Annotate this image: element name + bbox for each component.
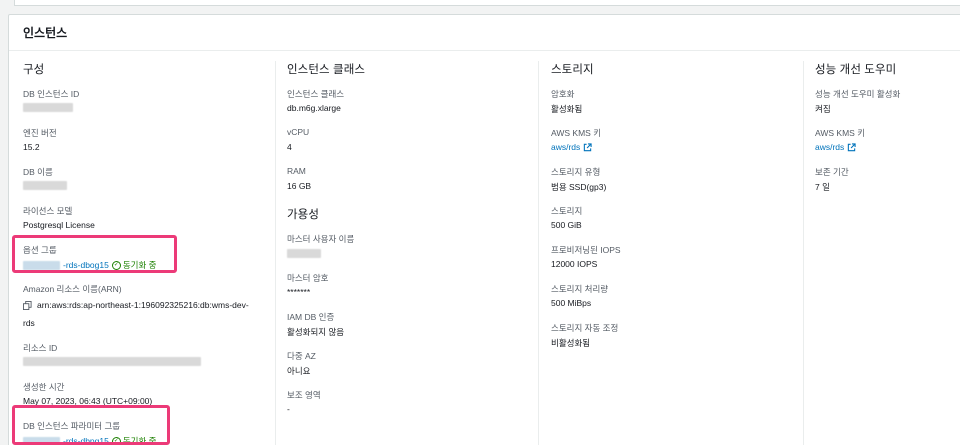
storage-type-label: 스토리지 유형 — [551, 167, 601, 177]
external-link-icon[interactable] — [583, 142, 592, 152]
retention-label: 보존 기간 — [815, 167, 849, 177]
config-title: 구성 — [23, 64, 45, 76]
instance-class-value: db.m6g.xlarge — [287, 103, 341, 113]
ram-label: RAM — [287, 166, 306, 176]
storage-kms-link[interactable]: aws/rds — [551, 142, 592, 152]
storage-size-label: 스토리지 — [551, 206, 583, 216]
performance-kms-value[interactable]: aws/rds — [815, 142, 844, 152]
ram-value: 16 GB — [287, 181, 312, 191]
instance-class-column: 인스턴스 클래스 인스턴스 클래스 db.m6g.xlarge vCPU 4 R… — [287, 61, 527, 445]
db-instance-id-value — [23, 103, 73, 114]
resource-id-value — [23, 357, 201, 368]
param-group-highlight — [12, 405, 170, 445]
storage-size-value: 500 GiB — [551, 220, 582, 230]
storage-kms-label: AWS KMS 키 — [551, 128, 602, 138]
vcpu-value: 4 — [287, 142, 292, 152]
column-divider-3 — [803, 61, 804, 445]
secondary-zone-label: 보조 영역 — [287, 390, 321, 400]
master-password-label: 마스터 암호 — [287, 273, 329, 283]
external-link-icon[interactable] — [847, 142, 856, 152]
db-name-label: DB 이름 — [23, 167, 53, 177]
previous-card-edge — [14, 0, 960, 6]
arn-line2: rds — [23, 318, 35, 328]
license-model-label: 라이선스 모델 — [23, 206, 73, 216]
encryption-value: 활성화됨 — [551, 104, 583, 114]
storage-title: 스토리지 — [551, 64, 594, 76]
master-user-label: 마스터 사용자 이름 — [287, 234, 355, 244]
instance-panel: 인스턴스 구성 DB 인스턴스 ID 엔진 버전 15.2 DB 이름 라이선스… — [8, 14, 960, 445]
performance-kms-label: AWS KMS 키 — [815, 128, 866, 138]
db-instance-id-label: DB 인스턴스 ID — [23, 89, 80, 99]
secondary-zone-value: - — [287, 404, 290, 414]
iops-value: 12000 IOPS — [551, 259, 598, 269]
resource-id-label: 리소스 ID — [23, 343, 58, 353]
arn-line1: arn:aws:rds:ap-northeast-1:196092325216:… — [37, 300, 249, 310]
iops-label: 프로비저닝된 IOPS — [551, 245, 621, 255]
multi-az-label: 다중 AZ — [287, 351, 316, 361]
performance-enabled-label: 성능 개선 도우미 활성화 — [815, 89, 901, 99]
autoscaling-label: 스토리지 자동 조정 — [551, 323, 619, 333]
instance-class-title: 인스턴스 클래스 — [287, 64, 366, 76]
throughput-value: 500 MiBps — [551, 298, 592, 308]
performance-column: 성능 개선 도우미 성능 개선 도우미 활성화 켜짐 AWS KMS 키 aws… — [815, 61, 960, 445]
arn-value: arn:aws:rds:ap-northeast-1:196092325216:… — [23, 300, 249, 310]
option-group-highlight — [12, 235, 177, 273]
performance-title: 성능 개선 도우미 — [815, 64, 897, 76]
iam-auth-label: IAM DB 인증 — [287, 312, 335, 322]
throughput-label: 스토리지 처리량 — [551, 284, 609, 294]
vcpu-label: vCPU — [287, 127, 310, 137]
retention-value: 7 일 — [815, 182, 830, 192]
master-user-value — [287, 249, 321, 260]
engine-version-label: 엔진 버전 — [23, 128, 57, 138]
performance-kms-link[interactable]: aws/rds — [815, 142, 856, 152]
storage-type-value: 범용 SSD(gp3) — [551, 182, 607, 192]
panel-title: 인스턴스 — [23, 26, 68, 40]
storage-kms-value[interactable]: aws/rds — [551, 142, 580, 152]
copy-icon[interactable] — [23, 300, 32, 310]
iam-auth-value: 활성화되지 않음 — [287, 327, 345, 337]
panel-header: 인스턴스 — [9, 15, 960, 51]
created-time-label: 생성한 시간 — [23, 382, 65, 392]
column-divider-1 — [275, 61, 276, 445]
encryption-label: 암호화 — [551, 89, 575, 99]
storage-column: 스토리지 암호화 활성화됨 AWS KMS 키 aws/rds 스토리지 유형 … — [551, 61, 791, 445]
top-strip — [0, 0, 960, 14]
instance-class-label: 인스턴스 클래스 — [287, 89, 345, 99]
license-model-value: Postgresql License — [23, 220, 95, 230]
arn-label: Amazon 리소스 이름(ARN) — [23, 284, 122, 294]
autoscaling-value: 비활성화됨 — [551, 338, 591, 348]
column-divider-2 — [538, 61, 539, 445]
db-name-value — [23, 181, 67, 192]
engine-version-value: 15.2 — [23, 142, 40, 152]
multi-az-value: 아니요 — [287, 366, 311, 376]
performance-enabled-value: 켜짐 — [815, 104, 831, 114]
master-password-value: ******* — [287, 287, 311, 297]
availability-title: 가용성 — [287, 209, 320, 221]
